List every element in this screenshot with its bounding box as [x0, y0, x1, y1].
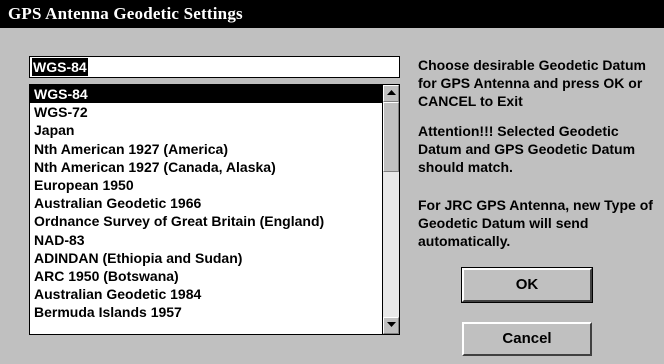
datum-list-item[interactable]: Ordnance Survey of Great Britain (Englan…: [30, 212, 382, 230]
scroll-down-button[interactable]: [383, 317, 399, 334]
datum-list[interactable]: WGS-84 WGS-72 Japan Nth American 1927 (Amer…: [30, 85, 382, 334]
arrow-up-icon: [387, 90, 396, 95]
scroll-thumb[interactable]: [383, 102, 399, 172]
datum-list-item[interactable]: ARC 1950 (Botswana): [30, 267, 382, 285]
ok-button[interactable]: OK: [461, 267, 593, 303]
datum-listbox[interactable]: WGS-84 WGS-72 Japan Nth American 1927 (Amer…: [29, 84, 400, 335]
datum-list-item[interactable]: WGS-72: [30, 103, 382, 121]
datum-list-item[interactable]: Bermuda Islands 1957: [30, 303, 382, 321]
attention-text: Attention!!! Selected Geodetic Datum and…: [418, 123, 636, 175]
datum-input[interactable]: WGS-84: [29, 56, 400, 78]
datum-list-item[interactable]: Australian Geodetic 1966: [30, 194, 382, 212]
arrow-down-icon: [387, 322, 396, 327]
cancel-button[interactable]: Cancel: [462, 322, 592, 356]
datum-list-item[interactable]: European 1950: [30, 176, 382, 194]
datum-list-item[interactable]: Nth American 1927 (America): [30, 140, 382, 158]
scroll-up-button[interactable]: [383, 85, 399, 102]
geodetic-settings-dialog: GPS Antenna Geodetic Settings WGS-84 WGS…: [0, 0, 664, 364]
title-bar[interactable]: GPS Antenna Geodetic Settings: [0, 0, 664, 28]
datum-list-item[interactable]: Australian Geodetic 1984: [30, 285, 382, 303]
datum-list-item[interactable]: Nth American 1927 (Canada, Alaska): [30, 158, 382, 176]
instruction-text: Choose desirable Geodetic Datum for GPS …: [418, 57, 646, 109]
datum-input-value: WGS-84: [32, 58, 88, 76]
list-scrollbar[interactable]: [382, 85, 399, 334]
datum-list-item[interactable]: ADINDAN (Ethiopia and Sudan): [30, 249, 382, 267]
jrc-note-text: For JRC GPS Antenna, new Type of Geodeti…: [418, 197, 653, 249]
datum-list-item[interactable]: WGS-84: [30, 85, 382, 104]
datum-list-item[interactable]: Japan: [30, 121, 382, 139]
datum-list-item[interactable]: NAD-83: [30, 231, 382, 249]
